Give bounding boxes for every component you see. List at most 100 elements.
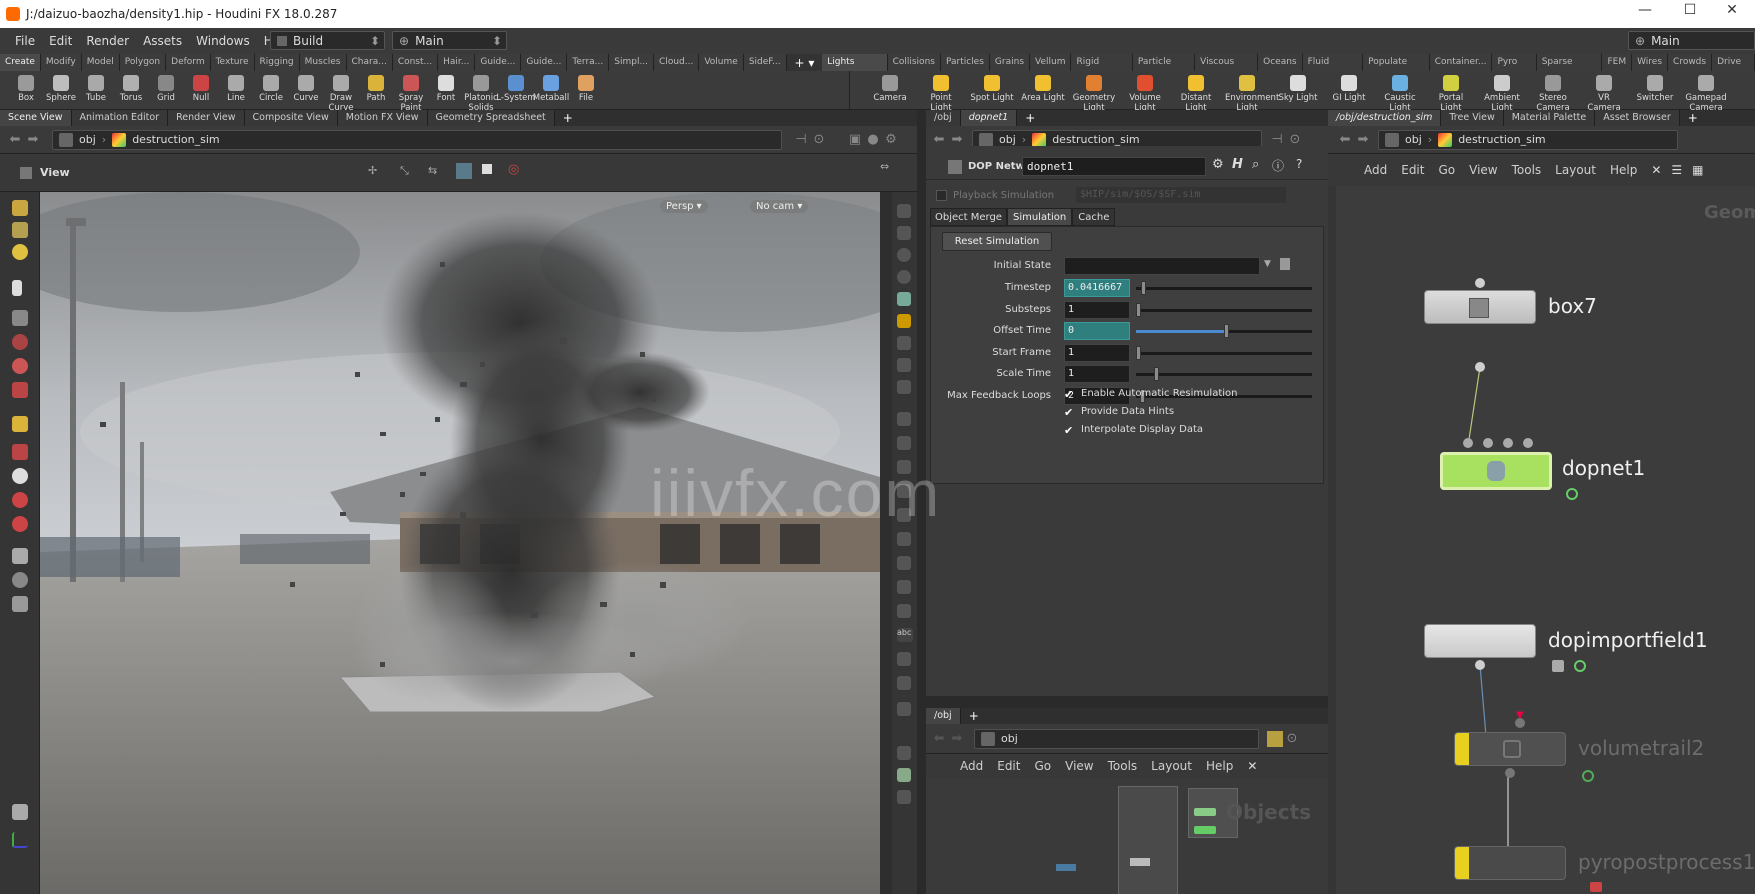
network-editor[interactable]: Geom box7 dopnet1 dopimportfield1 ▼ volu…	[1328, 186, 1755, 894]
menu-windows[interactable]: Windows	[189, 34, 257, 48]
shelf-tab[interactable]: Polygon	[119, 54, 167, 71]
chevron-down-icon[interactable]: ▼	[1264, 259, 1271, 269]
param-checkbox-row[interactable]: ✔ Provide Data Hints	[1064, 406, 1174, 422]
shelf-tool[interactable]: GI Light	[1327, 71, 1371, 110]
magnet-red-icon[interactable]	[12, 492, 28, 508]
shelf-tab[interactable]: Terra...	[567, 54, 610, 71]
output-port[interactable]	[1475, 660, 1485, 670]
tab-render-view[interactable]: Render View	[168, 110, 245, 126]
input-port[interactable]	[1515, 718, 1525, 728]
tab-material-palette[interactable]: Material Palette	[1503, 110, 1596, 126]
eye-icon[interactable]	[897, 380, 911, 394]
add-tab-icon[interactable]: +	[555, 111, 581, 125]
light-display-icon[interactable]	[897, 314, 911, 328]
pin-icon[interactable]	[1267, 730, 1283, 747]
select-mode-icon[interactable]: ✢	[368, 164, 377, 177]
pointer-icon[interactable]	[12, 280, 22, 296]
menu-go[interactable]: Go	[1438, 163, 1455, 177]
ghost-icon[interactable]	[897, 226, 911, 240]
shelf-tab[interactable]: Hair...	[438, 54, 476, 71]
back-arrow-icon[interactable]: ⬅	[6, 132, 24, 147]
checkmark-icon[interactable]: ✔	[1064, 407, 1075, 418]
small-network-canvas[interactable]: Objects	[926, 778, 1328, 894]
tab-obj-small[interactable]: /obj	[926, 708, 961, 724]
bulb-icon[interactable]	[897, 336, 911, 350]
param-value-field[interactable]: 0	[1064, 322, 1130, 340]
measure-icon[interactable]	[897, 604, 911, 618]
shelf-tool[interactable]: Distant Light	[1174, 71, 1218, 113]
param-value-field[interactable]: 1	[1064, 365, 1130, 383]
shelf-tab[interactable]: Guide...	[475, 54, 522, 71]
paint-tool-icon[interactable]	[12, 244, 28, 260]
camera-view-icon[interactable]	[897, 702, 911, 716]
checkmark-icon[interactable]: ✔	[1064, 389, 1075, 400]
menu-help[interactable]: Help	[1610, 163, 1637, 177]
main-shelf-right-dropdown[interactable]: ⊕ Main	[1628, 31, 1755, 50]
shelf-tab[interactable]: Simpl...	[609, 54, 655, 71]
lock-icon[interactable]	[12, 310, 28, 326]
backdrop-icon[interactable]	[897, 652, 911, 666]
shelf-tab[interactable]: Particle Fl...	[1132, 54, 1196, 84]
menu-tools[interactable]: Tools	[1512, 163, 1542, 177]
param-value-field[interactable]: 1	[1064, 343, 1130, 362]
param-value-field[interactable]: 0.0416667	[1064, 279, 1130, 297]
shelf-tool[interactable]: VR Camera	[1582, 71, 1626, 113]
add-shelf-icon[interactable]: + ▾	[787, 56, 823, 70]
param-slider[interactable]	[1136, 324, 1312, 338]
shelf-tab[interactable]: Chara...	[346, 54, 393, 71]
slider-knob[interactable]	[1136, 345, 1141, 360]
shelf-tab[interactable]: Sparse Pyr...	[1536, 54, 1603, 84]
param-slider[interactable]	[1136, 302, 1312, 317]
back-arrow-icon[interactable]: ⬅	[1336, 132, 1354, 147]
light-tool-icon[interactable]	[12, 804, 28, 820]
subtab-cache[interactable]: Cache	[1072, 208, 1116, 226]
node-volumetrail2[interactable]	[1454, 732, 1566, 766]
shelf-tab[interactable]: Modify	[40, 54, 82, 71]
shelf-tab[interactable]: Container...	[1429, 54, 1493, 71]
shelf-tool[interactable]: Environment Light	[1225, 71, 1279, 113]
menu-file[interactable]: File	[8, 34, 42, 48]
shelf-tab[interactable]: Const...	[392, 54, 439, 71]
main-shelf-dropdown[interactable]: ⊕ Main ⬍	[392, 31, 507, 50]
forward-arrow-icon[interactable]: ➡	[1354, 132, 1372, 147]
slider-knob[interactable]	[1136, 302, 1141, 317]
reset-simulation-button[interactable]: Reset Simulation	[942, 232, 1052, 251]
shelf-tab[interactable]: Drive S	[1712, 54, 1755, 84]
shelf-tab[interactable]: SideF...	[743, 54, 787, 71]
node-pyropostprocess1[interactable]	[1454, 846, 1566, 880]
add-tab-icon[interactable]: +	[961, 709, 987, 723]
shelf-tool[interactable]: Point Light	[919, 71, 963, 113]
menu-edit[interactable]: Edit	[42, 34, 79, 48]
shelf-tab[interactable]: Vellum	[1030, 54, 1072, 71]
small-net-path-field[interactable]: obj	[974, 728, 1259, 749]
menu-tools[interactable]: Tools	[1108, 759, 1138, 773]
info-icon[interactable]: ⓘ	[1272, 157, 1284, 174]
bones-icon[interactable]	[897, 532, 911, 546]
shelf-tab[interactable]: Fluid Con...	[1302, 54, 1364, 84]
shelf-tool[interactable]: Camera	[868, 71, 912, 110]
persp-menu[interactable]: Persp ▾	[660, 200, 708, 213]
guides-icon[interactable]	[897, 556, 911, 570]
node-dopnet1[interactable]	[1440, 452, 1552, 490]
shelf-tool[interactable]: Area Light	[1021, 71, 1065, 110]
shelf-tool[interactable]: Gamepad Camera	[1684, 71, 1728, 113]
shelf-tab[interactable]: Crowds	[1668, 54, 1713, 71]
shelf-tab[interactable]: Rigid Bod...	[1071, 54, 1133, 84]
close-button[interactable]: ✕	[1712, 2, 1752, 24]
wrench-icon[interactable]: ✕	[1247, 759, 1257, 773]
settings-icon[interactable]: ⚙	[882, 132, 900, 147]
record-icon[interactable]: ◎	[508, 162, 519, 177]
tab-motion-fx-view[interactable]: Motion FX View	[337, 110, 428, 126]
display-flag[interactable]	[1455, 733, 1469, 765]
abc-icon[interactable]: abc	[897, 628, 913, 642]
cursor-icon[interactable]: ⤡	[400, 164, 409, 178]
pin-icon[interactable]: ⊣	[1268, 132, 1286, 147]
menu-layout[interactable]: Layout	[1151, 759, 1192, 773]
reference-icon[interactable]	[897, 676, 911, 690]
menu-view[interactable]: View	[1469, 163, 1497, 177]
back-arrow-icon[interactable]: ⬅	[930, 132, 948, 147]
input-port[interactable]	[1483, 438, 1493, 448]
shelf-tab[interactable]: Pyro FX	[1492, 54, 1537, 84]
magnet-icon[interactable]	[12, 468, 28, 484]
param-slider[interactable]	[1136, 367, 1312, 381]
